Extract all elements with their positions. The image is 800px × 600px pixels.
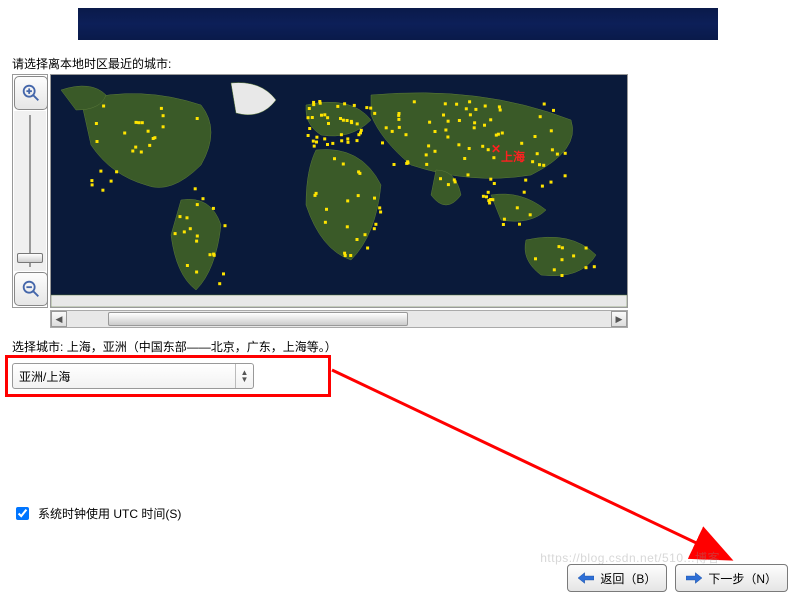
next-button-label: 下一步（N）	[708, 570, 777, 587]
scroll-left-button[interactable]: ◀	[51, 311, 67, 327]
arrow-left-icon	[578, 572, 594, 584]
scroll-track[interactable]	[68, 312, 610, 326]
map-horizontal-scrollbar[interactable]: ◀ ▶	[50, 310, 628, 328]
map-area: ✕ 上海 ◀ ▶	[12, 74, 627, 332]
zoom-slider-track[interactable]	[14, 111, 46, 271]
nav-buttons: 返回（B） 下一步（N）	[567, 564, 788, 592]
back-button-label: 返回（B）	[600, 570, 656, 587]
utc-checkbox[interactable]	[16, 507, 29, 520]
header-banner	[78, 8, 718, 40]
zoom-out-button[interactable]	[14, 272, 48, 306]
timezone-select-value: 亚洲/上海	[13, 368, 235, 385]
selected-city-marker-x: ✕	[491, 142, 501, 156]
zoom-in-icon	[20, 82, 42, 104]
utc-checkbox-label: 系统时钟使用 UTC 时间(S)	[38, 505, 181, 522]
scroll-thumb[interactable]	[108, 312, 408, 326]
selected-city-description: 选择城市: 上海，亚洲（中国东部——北京，广东，上海等。）	[12, 338, 337, 355]
utc-checkbox-row[interactable]: 系统时钟使用 UTC 时间(S)	[12, 504, 181, 523]
world-map[interactable]: ✕ 上海	[50, 74, 628, 308]
city-value: 上海，亚洲（中国东部——北京，广东，上海等。）	[67, 340, 337, 354]
next-button[interactable]: 下一步（N）	[675, 564, 788, 592]
chevron-down-icon: ▼	[241, 376, 249, 383]
back-button[interactable]: 返回（B）	[567, 564, 667, 592]
timezone-select-spinner[interactable]: ▲ ▼	[235, 364, 253, 388]
timezone-select[interactable]: 亚洲/上海 ▲ ▼	[12, 363, 254, 389]
zoom-slider-handle[interactable]	[17, 253, 43, 263]
zoom-out-icon	[20, 278, 42, 300]
city-prefix: 选择城市:	[12, 340, 63, 354]
zoom-in-button[interactable]	[14, 76, 48, 110]
selected-city-label: 上海	[501, 149, 525, 164]
arrow-right-icon	[686, 572, 702, 584]
instruction-text: 请选择离本地时区最近的城市:	[12, 55, 171, 72]
scroll-right-button[interactable]: ▶	[611, 311, 627, 327]
annotation-arrow	[330, 348, 770, 580]
world-map-svg: ✕ 上海	[51, 75, 627, 307]
zoom-control	[12, 74, 48, 308]
